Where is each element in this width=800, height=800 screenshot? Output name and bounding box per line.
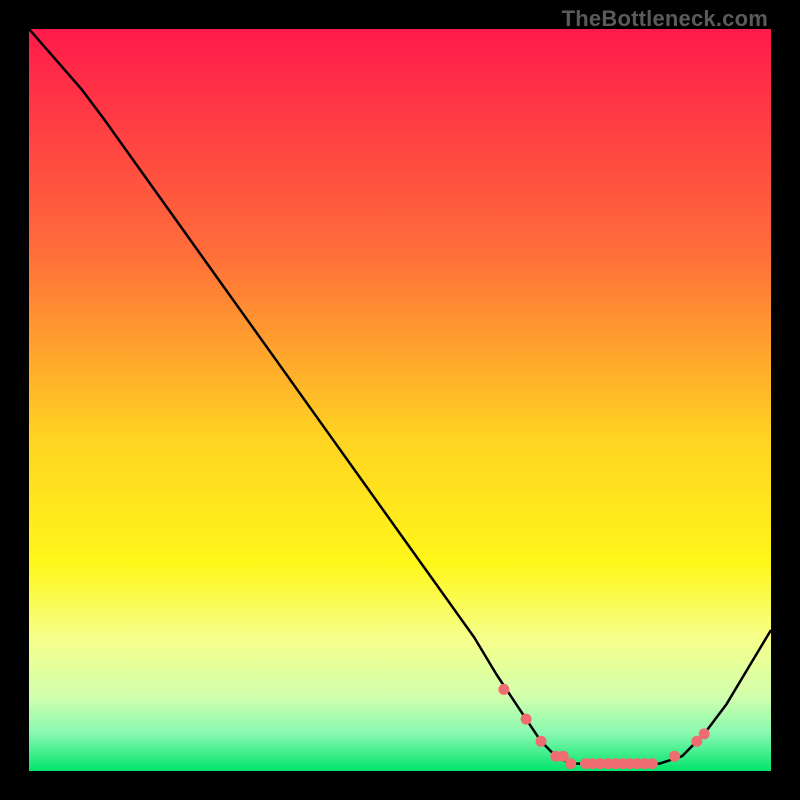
marker-dot xyxy=(536,736,547,747)
chart-frame: TheBottleneck.com xyxy=(0,0,800,800)
marker-dot xyxy=(669,751,680,762)
plot-area xyxy=(29,29,771,771)
marker-dot xyxy=(699,728,710,739)
chart-svg xyxy=(29,29,771,771)
marker-dot xyxy=(521,714,532,725)
gradient-background xyxy=(29,29,771,771)
marker-dot xyxy=(498,684,509,695)
marker-dot xyxy=(647,758,658,769)
marker-dot xyxy=(565,758,576,769)
